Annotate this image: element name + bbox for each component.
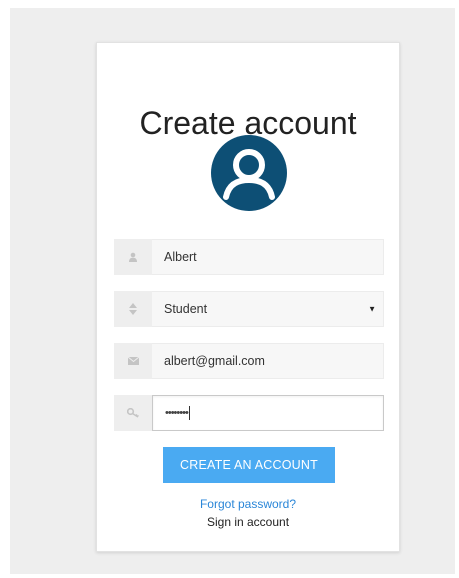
key-icon — [114, 395, 152, 431]
role-field-group: Student ▼ — [114, 291, 384, 327]
email-input[interactable]: albert@gmail.com — [152, 343, 384, 379]
password-input[interactable]: •••••••• — [152, 395, 384, 431]
password-input-value: •••••••• — [165, 407, 189, 419]
caret-down-icon: ▼ — [368, 304, 376, 314]
role-select-value: Student — [164, 302, 208, 316]
create-account-button[interactable]: CREATE AN ACCOUNT — [163, 447, 335, 483]
signup-card: Create account Albert Student ▼ albert@g… — [96, 42, 400, 552]
name-field-group: Albert — [114, 239, 384, 275]
text-cursor — [188, 406, 190, 420]
sign-in-link[interactable]: Sign in account — [97, 515, 399, 529]
name-input[interactable]: Albert — [152, 239, 384, 275]
user-icon — [114, 239, 152, 275]
email-input-value: albert@gmail.com — [164, 354, 265, 368]
sort-icon — [114, 291, 152, 327]
email-field-group: albert@gmail.com — [114, 343, 384, 379]
password-field-group: •••••••• — [114, 395, 384, 431]
role-select[interactable]: Student ▼ — [152, 291, 384, 327]
user-circle-icon — [211, 135, 287, 211]
envelope-icon — [114, 343, 152, 379]
forgot-password-link[interactable]: Forgot password? — [97, 497, 399, 511]
name-input-value: Albert — [164, 250, 197, 264]
